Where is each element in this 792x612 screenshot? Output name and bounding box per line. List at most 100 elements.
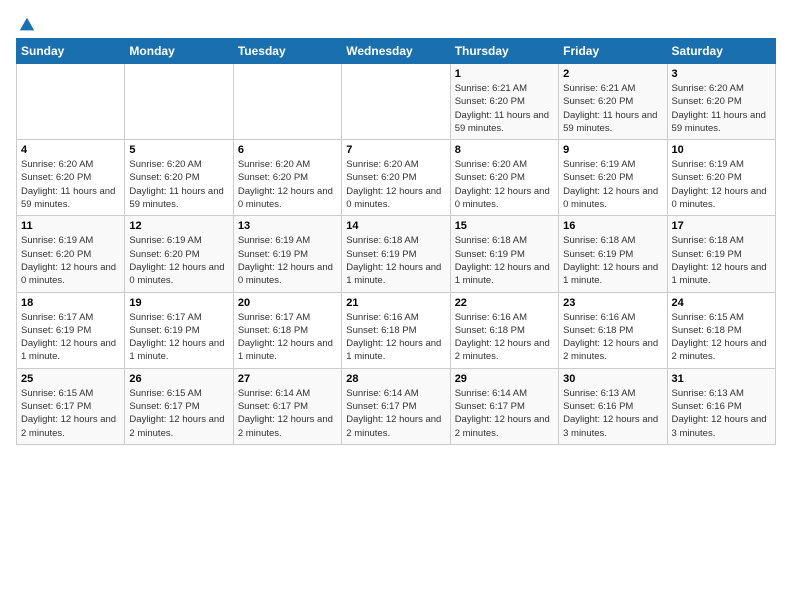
day-info: Sunrise: 6:18 AMSunset: 6:19 PMDaylight:… xyxy=(346,234,445,287)
day-info: Sunrise: 6:15 AMSunset: 6:17 PMDaylight:… xyxy=(21,387,120,440)
day-number: 29 xyxy=(455,373,554,385)
calendar-cell-24: 24 Sunrise: 6:15 AMSunset: 6:18 PMDayligh… xyxy=(667,292,775,368)
day-info: Sunrise: 6:16 AMSunset: 6:18 PMDaylight:… xyxy=(455,311,554,364)
day-info: Sunrise: 6:19 AMSunset: 6:20 PMDaylight:… xyxy=(672,158,771,211)
calendar-cell-empty xyxy=(17,64,125,140)
weekday-header-friday: Friday xyxy=(559,39,667,64)
day-info: Sunrise: 6:16 AMSunset: 6:18 PMDaylight:… xyxy=(346,311,445,364)
day-number: 16 xyxy=(563,220,662,232)
day-number: 20 xyxy=(238,297,337,309)
calendar-cell-27: 27 Sunrise: 6:14 AMSunset: 6:17 PMDayligh… xyxy=(233,368,341,444)
calendar-cell-empty xyxy=(342,64,450,140)
day-number: 3 xyxy=(672,68,771,80)
calendar-cell-12: 12 Sunrise: 6:19 AMSunset: 6:20 PMDayligh… xyxy=(125,216,233,292)
day-info: Sunrise: 6:21 AMSunset: 6:20 PMDaylight:… xyxy=(455,82,554,135)
calendar-cell-17: 17 Sunrise: 6:18 AMSunset: 6:19 PMDayligh… xyxy=(667,216,775,292)
calendar-cell-30: 30 Sunrise: 6:13 AMSunset: 6:16 PMDayligh… xyxy=(559,368,667,444)
calendar-cell-20: 20Sunrise: 6:17 AMSunset: 6:18 PMDayligh… xyxy=(233,292,341,368)
day-info: Sunrise: 6:15 AMSunset: 6:17 PMDaylight:… xyxy=(129,387,228,440)
day-info: Sunrise: 6:21 AMSunset: 6:20 PMDaylight:… xyxy=(563,82,662,135)
day-info: Sunrise: 6:14 AMSunset: 6:17 PMDaylight:… xyxy=(346,387,445,440)
day-number: 23 xyxy=(563,297,662,309)
calendar-cell-29: 29 Sunrise: 6:14 AMSunset: 6:17 PMDayligh… xyxy=(450,368,558,444)
calendar-week-3: 11 Sunrise: 6:19 AMSunset: 6:20 PMDayligh… xyxy=(17,216,776,292)
weekday-header-tuesday: Tuesday xyxy=(233,39,341,64)
day-info: Sunrise: 6:14 AMSunset: 6:17 PMDaylight:… xyxy=(455,387,554,440)
calendar-cell-23: 23 Sunrise: 6:16 AMSunset: 6:18 PMDayligh… xyxy=(559,292,667,368)
day-number: 17 xyxy=(672,220,771,232)
day-info: Sunrise: 6:18 AMSunset: 6:19 PMDaylight:… xyxy=(672,234,771,287)
weekday-header-saturday: Saturday xyxy=(667,39,775,64)
calendar-cell-empty xyxy=(233,64,341,140)
calendar-cell-31: 31 Sunrise: 6:13 AMSunset: 6:16 PMDayligh… xyxy=(667,368,775,444)
day-number: 1 xyxy=(455,68,554,80)
day-info: Sunrise: 6:13 AMSunset: 6:16 PMDaylight:… xyxy=(563,387,662,440)
day-number: 19 xyxy=(129,297,228,309)
day-info: Sunrise: 6:13 AMSunset: 6:16 PMDaylight:… xyxy=(672,387,771,440)
day-number: 14 xyxy=(346,220,445,232)
calendar-cell-25: 25 Sunrise: 6:15 AMSunset: 6:17 PMDayligh… xyxy=(17,368,125,444)
calendar-cell-empty xyxy=(125,64,233,140)
day-number: 18 xyxy=(21,297,120,309)
calendar-cell-6: 6 Sunrise: 6:20 AMSunset: 6:20 PMDaylight… xyxy=(233,140,341,216)
day-info: Sunrise: 6:14 AMSunset: 6:17 PMDaylight:… xyxy=(238,387,337,440)
day-number: 7 xyxy=(346,144,445,156)
calendar-cell-15: 15 Sunrise: 6:18 AMSunset: 6:19 PMDayligh… xyxy=(450,216,558,292)
page-header xyxy=(16,16,776,30)
weekday-header-thursday: Thursday xyxy=(450,39,558,64)
calendar-week-1: 1 Sunrise: 6:21 AMSunset: 6:20 PMDaylight… xyxy=(17,64,776,140)
calendar-cell-1: 1 Sunrise: 6:21 AMSunset: 6:20 PMDaylight… xyxy=(450,64,558,140)
day-number: 27 xyxy=(238,373,337,385)
day-info: Sunrise: 6:19 AMSunset: 6:20 PMDaylight:… xyxy=(129,234,228,287)
calendar-cell-22: 22 Sunrise: 6:16 AMSunset: 6:18 PMDayligh… xyxy=(450,292,558,368)
calendar-cell-14: 14 Sunrise: 6:18 AMSunset: 6:19 PMDayligh… xyxy=(342,216,450,292)
calendar-cell-18: 18 Sunrise: 6:17 AMSunset: 6:19 PMDayligh… xyxy=(17,292,125,368)
day-info: Sunrise: 6:19 AMSunset: 6:20 PMDaylight:… xyxy=(563,158,662,211)
day-number: 21 xyxy=(346,297,445,309)
calendar-cell-3: 3Sunrise: 6:20 AMSunset: 6:20 PMDaylight… xyxy=(667,64,775,140)
day-info: Sunrise: 6:15 AMSunset: 6:18 PMDaylight:… xyxy=(672,311,771,364)
day-number: 5 xyxy=(129,144,228,156)
day-number: 31 xyxy=(672,373,771,385)
calendar-cell-11: 11Sunrise: 6:19 AMSunset: 6:20 PMDayligh… xyxy=(17,216,125,292)
day-number: 12 xyxy=(129,220,228,232)
day-number: 9 xyxy=(563,144,662,156)
weekday-header-sunday: Sunday xyxy=(17,39,125,64)
day-info: Sunrise: 6:17 AMSunset: 6:19 PMDaylight:… xyxy=(129,311,228,364)
calendar-cell-16: 16 Sunrise: 6:18 AMSunset: 6:19 PMDayligh… xyxy=(559,216,667,292)
day-number: 8 xyxy=(455,144,554,156)
day-number: 30 xyxy=(563,373,662,385)
day-number: 22 xyxy=(455,297,554,309)
weekday-header-wednesday: Wednesday xyxy=(342,39,450,64)
day-info: Sunrise: 6:20 AMSunset: 6:20 PMDaylight:… xyxy=(346,158,445,211)
day-number: 15 xyxy=(455,220,554,232)
calendar-cell-5: 5Sunrise: 6:20 AMSunset: 6:20 PMDaylight… xyxy=(125,140,233,216)
day-info: Sunrise: 6:16 AMSunset: 6:18 PMDaylight:… xyxy=(563,311,662,364)
calendar-cell-28: 28 Sunrise: 6:14 AMSunset: 6:17 PMDayligh… xyxy=(342,368,450,444)
calendar-cell-8: 8 Sunrise: 6:20 AMSunset: 6:20 PMDaylight… xyxy=(450,140,558,216)
day-info: Sunrise: 6:18 AMSunset: 6:19 PMDaylight:… xyxy=(563,234,662,287)
day-info: Sunrise: 6:20 AMSunset: 6:20 PMDaylight:… xyxy=(238,158,337,211)
day-info: Sunrise: 6:18 AMSunset: 6:19 PMDaylight:… xyxy=(455,234,554,287)
day-number: 11 xyxy=(21,220,120,232)
day-number: 28 xyxy=(346,373,445,385)
calendar-cell-4: 4Sunrise: 6:20 AMSunset: 6:20 PMDaylight… xyxy=(17,140,125,216)
calendar-table: SundayMondayTuesdayWednesdayThursdayFrid… xyxy=(16,38,776,445)
calendar-cell-19: 19 Sunrise: 6:17 AMSunset: 6:19 PMDayligh… xyxy=(125,292,233,368)
day-number: 6 xyxy=(238,144,337,156)
logo xyxy=(16,16,36,30)
day-info: Sunrise: 6:20 AMSunset: 6:20 PMDaylight:… xyxy=(455,158,554,211)
day-number: 24 xyxy=(672,297,771,309)
calendar-cell-9: 9 Sunrise: 6:19 AMSunset: 6:20 PMDaylight… xyxy=(559,140,667,216)
day-info: Sunrise: 6:17 AMSunset: 6:19 PMDaylight:… xyxy=(21,311,120,364)
day-info: Sunrise: 6:20 AMSunset: 6:20 PMDaylight:… xyxy=(21,158,120,211)
calendar-week-5: 25 Sunrise: 6:15 AMSunset: 6:17 PMDayligh… xyxy=(17,368,776,444)
day-number: 13 xyxy=(238,220,337,232)
weekday-header-monday: Monday xyxy=(125,39,233,64)
day-number: 25 xyxy=(21,373,120,385)
weekday-header-row: SundayMondayTuesdayWednesdayThursdayFrid… xyxy=(17,39,776,64)
calendar-cell-26: 26Sunrise: 6:15 AMSunset: 6:17 PMDayligh… xyxy=(125,368,233,444)
calendar-cell-21: 21 Sunrise: 6:16 AMSunset: 6:18 PMDayligh… xyxy=(342,292,450,368)
day-number: 2 xyxy=(563,68,662,80)
calendar-cell-7: 7 Sunrise: 6:20 AMSunset: 6:20 PMDaylight… xyxy=(342,140,450,216)
